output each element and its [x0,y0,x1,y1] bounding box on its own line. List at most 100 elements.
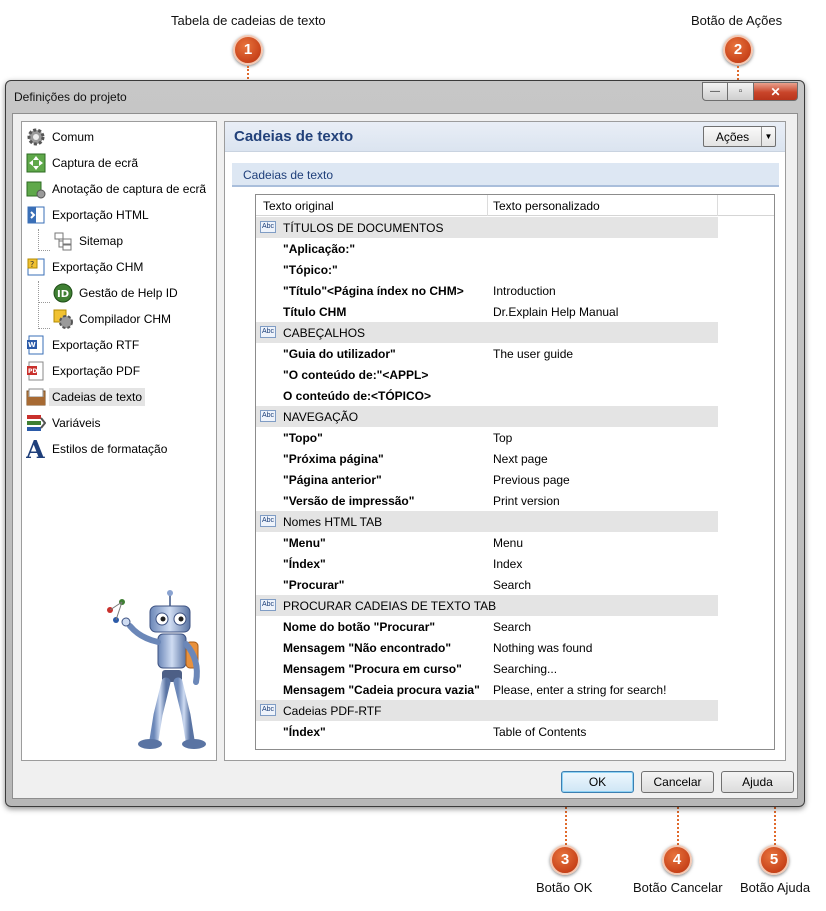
group-row[interactable]: Abc Nomes HTML TAB [256,511,718,532]
robot-mascot-illustration [107,590,206,749]
settings-tree: Comum Captura de ecrã Anotação de captur… [21,121,217,761]
custom-text-cell[interactable]: The user guide [493,347,573,361]
custom-text-cell[interactable]: Introduction [493,284,556,298]
sidebar-item-label: Compilador CHM [79,312,172,326]
custom-text-cell[interactable]: Index [493,557,522,571]
custom-text-cell[interactable]: Search [493,578,531,592]
ok-button[interactable]: OK [561,771,634,793]
callout-label-1: Tabela de cadeias de texto [171,13,326,28]
group-row[interactable]: Abc PROCURAR CADEIAS DE TEXTO TAB [256,595,718,616]
table-row[interactable]: "Próxima página" Next page [256,448,718,469]
callout-badge-2: 2 [723,35,753,65]
table-row[interactable]: O conteúdo de:<TÓPICO> [256,385,718,406]
custom-text-cell[interactable]: Please, enter a string for search! [493,683,666,697]
table-row[interactable]: "Índex" Index [256,553,718,574]
table-row[interactable]: "Guia do utilizador" The user guide [256,343,718,364]
column-header-original[interactable]: Texto original [263,199,334,213]
table-row[interactable]: "O conteúdo de:"<APPL> [256,364,718,385]
gear-icon [26,127,46,147]
callout-badge-3: 3 [550,845,580,875]
original-text-cell: "Próxima página" [283,452,384,466]
help-button[interactable]: Ajuda [721,771,794,793]
table-row[interactable]: "Versão de impressão" Print version [256,490,718,511]
rtf-export-icon: W [26,335,46,355]
html-export-icon [26,205,46,225]
original-text-cell: "Procurar" [283,578,345,592]
text-group-icon: Abc [260,326,276,338]
sidebar-item-help-id[interactable]: ID Gestão de Help ID [53,281,178,305]
table-row[interactable]: Mensagem "Procura em curso" Searching... [256,658,718,679]
close-button[interactable]: ✕ [754,82,798,101]
custom-text-cell[interactable]: Dr.Explain Help Manual [493,305,618,319]
custom-text-cell[interactable]: Top [493,431,512,445]
table-row[interactable]: Nome do botão "Procurar" Search [256,616,718,637]
panel-header: Cadeias de texto Ações ▼ [225,122,785,152]
table-row[interactable]: "Procurar" Search [256,574,718,595]
group-row[interactable]: Abc TÍTULOS DE DOCUMENTOS [256,217,718,238]
custom-text-cell[interactable]: Previous page [493,473,570,487]
table-row[interactable]: "Índex" Table of Contents [256,721,718,742]
custom-text-cell[interactable]: Table of Contents [493,725,586,739]
table-row[interactable]: "Aplicação:" [256,238,718,259]
original-text-cell: O conteúdo de:<TÓPICO> [283,389,432,403]
table-row[interactable]: Mensagem "Não encontrado" Nothing was fou… [256,637,718,658]
sidebar-item-formatting-styles[interactable]: A Estilos de formatação [26,437,167,461]
table-header: Texto original Texto personalizado [256,195,774,216]
actions-dropdown-button[interactable]: Ações ▼ [703,126,776,147]
group-row[interactable]: Abc NAVEGAÇÃO [256,406,718,427]
group-row[interactable]: Abc CABEÇALHOS [256,322,718,343]
custom-text-cell[interactable]: Nothing was found [493,641,592,655]
sidebar-item-label: Exportação PDF [52,364,141,378]
column-divider[interactable] [487,195,488,216]
sidebar-item-label: Exportação CHM [52,260,144,274]
sidebar-item-anotacao[interactable]: Anotação de captura de ecrã [26,177,206,201]
cancel-button[interactable]: Cancelar [641,771,714,793]
sidebar-item-chm-export[interactable]: ? Exportação CHM [26,255,143,279]
column-header-custom[interactable]: Texto personalizado [493,199,600,213]
sidebar-item-label: Captura de ecrã [52,156,139,170]
variables-icon [26,413,46,433]
custom-text-cell[interactable]: Print version [493,494,560,508]
sidebar-item-sitemap[interactable]: Sitemap [53,229,123,253]
column-divider[interactable] [717,195,718,216]
svg-text:W: W [28,341,36,349]
table-row[interactable]: "Título"<Página índex no CHM> Introductio… [256,280,718,301]
custom-text-cell[interactable]: Searching... [493,662,557,676]
text-group-icon: Abc [260,704,276,716]
sidebar-item-text-strings[interactable]: Cadeias de texto [26,385,146,409]
sidebar-item-captura[interactable]: Captura de ecrã [26,151,138,175]
capture-icon [26,153,46,173]
title-bar[interactable]: Definições do projeto — ▫ ✕ [6,81,804,111]
table-row[interactable]: Título CHM Dr.Explain Help Manual [256,301,718,322]
table-row[interactable]: Mensagem "Cadeia procura vazia" Please, e… [256,679,718,700]
maximize-button[interactable]: ▫ [728,82,754,101]
original-text-cell: "Página anterior" [283,473,382,487]
sidebar-item-compiler[interactable]: Compilador CHM [53,307,171,331]
original-text-cell: "Aplicação:" [283,242,356,256]
dialog-client-area: Comum Captura de ecrã Anotação de captur… [12,113,798,799]
section-header: Cadeias de texto [232,163,779,187]
text-group-icon: Abc [260,599,276,611]
table-row[interactable]: "Topo" Top [256,427,718,448]
minimize-button[interactable]: — [702,82,728,101]
callout-label-2: Botão de Ações [691,13,783,28]
sidebar-item-label: Cadeias de texto [49,388,146,406]
custom-text-cell[interactable]: Menu [493,536,523,550]
tree-connector [38,229,39,251]
sidebar-item-label: Sitemap [79,234,124,248]
sidebar-item-rtf-export[interactable]: W Exportação RTF [26,333,139,357]
custom-text-cell[interactable]: Next page [493,452,548,466]
sidebar-item-variables[interactable]: Variáveis [26,411,100,435]
sidebar-item-pdf-export[interactable]: PDF Exportação PDF [26,359,140,383]
custom-text-cell[interactable]: Search [493,620,531,634]
original-text-cell: Mensagem "Procura em curso" [283,662,462,676]
table-row[interactable]: "Menu" Menu [256,532,718,553]
sidebar-item-html-export[interactable]: Exportação HTML [26,203,149,227]
original-text-cell: Mensagem "Não encontrado" [283,641,452,655]
table-row[interactable]: "Tópico:" [256,259,718,280]
sidebar-item-comum[interactable]: Comum [26,125,94,149]
table-row[interactable]: "Página anterior" Previous page [256,469,718,490]
group-row[interactable]: Abc Cadeias PDF-RTF [256,700,718,721]
maximize-icon: ▫ [738,86,743,97]
window-title: Definições do projeto [14,90,127,104]
